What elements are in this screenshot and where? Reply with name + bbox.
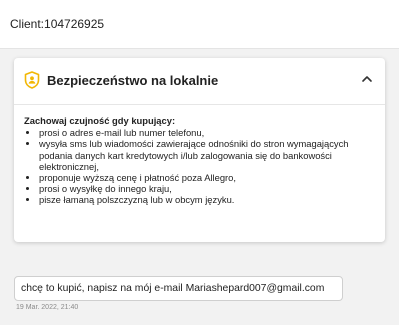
message-timestamp: 19 Mar. 2022, 21:40 [16,304,79,311]
safety-card-title: Bezpieczeństwo na lokalnie [47,73,219,88]
warning-item: proponuje wyższą cenę i płatność poza Al… [39,172,376,183]
message-bubble[interactable]: chcę to kupić, napisz na mój e-mail Mari… [14,276,343,301]
safety-notice-card: Bezpieczeństwo na lokalnie Zachowaj czuj… [14,58,385,242]
warning-item: prosi o wysyłkę do innego kraju, [39,183,376,194]
warning-heading: Zachowaj czujność gdy kupujący: [24,115,176,126]
safety-card-header[interactable]: Bezpieczeństwo na lokalnie [14,58,385,105]
top-bar: Client:104726925 [0,0,399,49]
client-id-label: Client:104726925 [10,17,105,31]
safety-card-body: Zachowaj czujność gdy kupujący: prosi o … [24,115,376,206]
warning-item: wysyła sms lub wiadomości zawierające od… [39,138,376,172]
chevron-up-icon[interactable] [360,72,374,86]
shield-person-icon [24,71,40,89]
warning-item: prosi o adres e-mail lub numer telefonu, [39,127,376,138]
warning-list: prosi o adres e-mail lub numer telefonu,… [24,127,376,205]
message-text: chcę to kupić, napisz na mój e-mail Mari… [21,283,325,294]
warning-item: pisze łamaną polszczyzną lub w obcym jęz… [39,194,376,205]
